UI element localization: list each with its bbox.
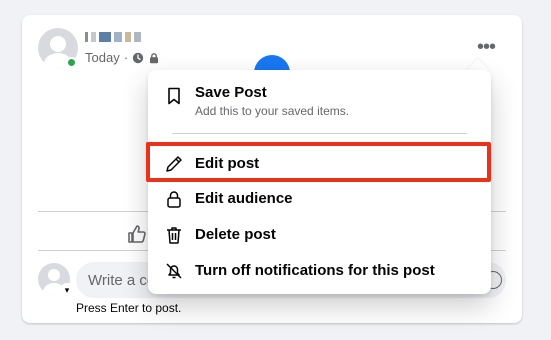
menu-item-delete-post[interactable]: Delete post [156, 218, 483, 252]
post-options-menu: Save Post Add this to your saved items. … [148, 70, 491, 294]
bookmark-icon [168, 87, 180, 105]
chevron-down-icon[interactable]: ▾ [60, 283, 74, 297]
edit-audience-label: Edit audience [195, 190, 293, 207]
trash-icon [167, 227, 181, 244]
menu-item-edit-audience[interactable]: Edit audience [156, 182, 483, 216]
online-status-dot [66, 57, 77, 68]
meta-separator: · [123, 50, 129, 65]
like-icon[interactable] [126, 223, 148, 245]
save-post-label: Save Post [195, 84, 267, 101]
author-name-redacted[interactable] [85, 32, 141, 42]
menu-item-save-post[interactable]: Save Post Add this to your saved items. [156, 80, 483, 126]
edit-post-highlight-box [146, 142, 491, 182]
lock-privacy-icon[interactable] [148, 52, 160, 64]
save-post-sublabel: Add this to your saved items. [195, 104, 350, 118]
comment-hint: Press Enter to post. [76, 301, 182, 315]
delete-post-label: Delete post [195, 226, 276, 243]
turn-off-notifications-label: Turn off notifications for this post [195, 262, 435, 279]
clock-icon [132, 52, 144, 63]
more-options-button[interactable]: ••• [474, 35, 498, 59]
post-meta: Today · [85, 50, 160, 65]
menu-item-turn-off-notifications[interactable]: Turn off notifications for this post [156, 254, 483, 288]
post-timestamp[interactable]: Today [85, 50, 120, 65]
bell-off-icon [166, 263, 182, 279]
menu-separator [172, 133, 467, 134]
lock-icon [167, 191, 181, 208]
